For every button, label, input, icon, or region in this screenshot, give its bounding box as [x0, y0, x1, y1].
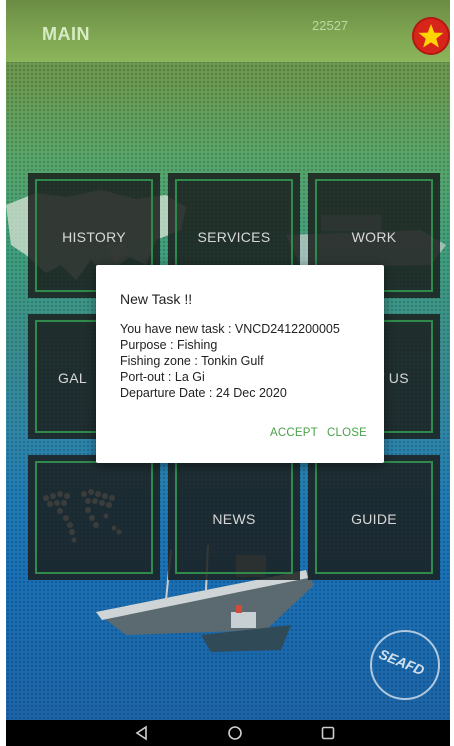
- tile-guide[interactable]: GUIDE: [308, 455, 440, 580]
- app-screen: SEAFD MAIN 22527 HISTORY SERVICES WORK G…: [0, 0, 454, 746]
- back-triangle-icon[interactable]: [134, 725, 150, 741]
- close-button[interactable]: CLOSE: [327, 427, 367, 439]
- system-nav-bar: [6, 720, 450, 746]
- fishing-zone-line: Fishing zone : Tonkin Gulf: [120, 354, 264, 368]
- tile-map[interactable]: [28, 455, 160, 580]
- fish-logo-icon: SEAFD: [370, 630, 440, 700]
- recents-square-icon[interactable]: [320, 725, 336, 741]
- tile-label: HISTORY: [62, 229, 126, 245]
- home-circle-icon[interactable]: [227, 725, 243, 741]
- tile-news[interactable]: NEWS: [168, 455, 300, 580]
- tile-label: T US: [376, 370, 409, 386]
- small-boat-illustration: [201, 605, 291, 652]
- port-out-line: Port-out : La Gi: [120, 370, 205, 384]
- vietnam-flag-icon[interactable]: [412, 17, 450, 55]
- accept-button[interactable]: ACCEPT: [270, 427, 318, 439]
- tile-label: NEWS: [212, 511, 256, 527]
- main-frame: SEAFD MAIN 22527 HISTORY SERVICES WORK G…: [6, 0, 450, 720]
- dialog-title: New Task !!: [120, 291, 193, 307]
- app-header: MAIN 22527: [6, 0, 450, 62]
- tile-label: SERVICES: [197, 229, 271, 245]
- user-code: 22527: [312, 18, 349, 33]
- new-task-dialog: New Task !! You have new task : VNCD2412…: [96, 265, 384, 463]
- task-id-line: You have new task : VNCD2412200005: [120, 322, 340, 336]
- tile-label: WORK: [351, 229, 397, 245]
- departure-date-line: Departure Date : 24 Dec 2020: [120, 386, 287, 400]
- tile-label: GUIDE: [351, 511, 397, 527]
- purpose-line: Purpose : Fishing: [120, 338, 218, 352]
- page-title: MAIN: [42, 24, 90, 44]
